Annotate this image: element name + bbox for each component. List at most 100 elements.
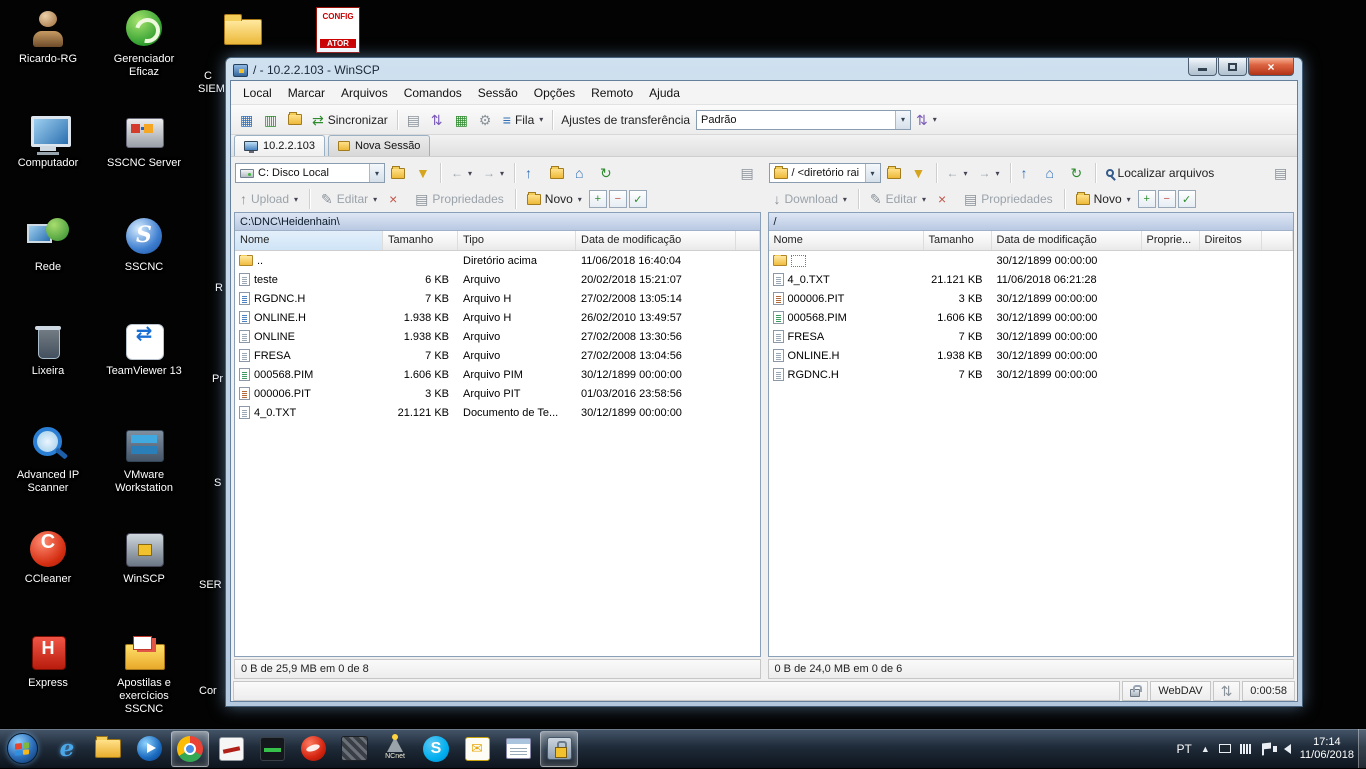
directory-tree-button[interactable]: ▤ — [1269, 161, 1293, 185]
file-row[interactable]: ONLINE 1.938 KB Arquivo 27/02/2008 13:30… — [235, 327, 760, 346]
find-files-button[interactable]: Localizar arquivos — [1101, 161, 1220, 185]
display-tray-icon[interactable] — [1219, 744, 1231, 753]
panels-button[interactable]: ▥ — [259, 108, 283, 132]
skype-button[interactable] — [417, 731, 455, 767]
minimize-button[interactable] — [1188, 58, 1217, 76]
preferences-button[interactable]: ⚙ — [474, 108, 498, 132]
media-player-button[interactable] — [130, 731, 168, 767]
layout-button[interactable]: ▦ — [235, 108, 259, 132]
filter-button[interactable]: ▼ — [907, 161, 931, 185]
column-header-tamanho[interactable]: Tamanho — [383, 231, 458, 250]
desktop-icon[interactable]: CCleaner — [8, 526, 88, 630]
new-session-tab[interactable]: Nova Sessão — [328, 135, 430, 156]
title-bar[interactable]: / - 10.2.2.103 - WinSCP — [230, 58, 1298, 80]
menu-item[interactable]: Ajuda — [641, 82, 688, 104]
select-toggle-button[interactable]: ✓ — [629, 190, 647, 208]
properties-button[interactable]: ▤Propriedades — [410, 187, 509, 211]
column-header-proprietario[interactable]: Proprie... — [1142, 231, 1200, 250]
parent-directory-button[interactable]: ↑ — [1016, 161, 1040, 185]
outlook-button[interactable]: ✉ — [458, 731, 496, 767]
forward-button[interactable]: →▾ — [478, 161, 509, 185]
desktop-icon-configator[interactable]: CONFIG ATOR — [316, 5, 360, 56]
desktop-icon[interactable]: Gerenciador Eficaz — [104, 6, 184, 110]
home-directory-button[interactable]: ⌂ — [570, 161, 594, 185]
file-row[interactable]: RGDNC.H 7 KB 30/12/1899 00:00:00 — [769, 365, 1294, 384]
desktop-icon[interactable]: Advanced IP Scanner — [8, 422, 88, 526]
properties-button[interactable]: ▤Propriedades — [959, 187, 1058, 211]
open-directory-button[interactable] — [882, 161, 906, 185]
menu-item[interactable]: Remoto — [583, 82, 641, 104]
local-drive-combo[interactable]: C: Disco Local ▾ — [235, 163, 385, 183]
directory-tree-button[interactable]: ▤ — [736, 161, 760, 185]
column-header-tamanho[interactable]: Tamanho — [924, 231, 992, 250]
desktop-icon[interactable]: SSCNC Server — [104, 110, 184, 214]
menu-item[interactable]: Arquivos — [333, 82, 396, 104]
local-path-bar[interactable]: C:\DNC\Heidenhain\ — [235, 213, 760, 231]
chrome-button[interactable] — [171, 731, 209, 767]
desktop-icon[interactable]: Express — [8, 630, 88, 734]
tools-app-button[interactable] — [335, 731, 373, 767]
queue-button[interactable]: ≡Fila▾ — [498, 108, 549, 132]
file-row[interactable]: 000006.PIT 3 KB Arquivo PIT 01/03/2016 2… — [235, 384, 760, 403]
encryption-segment[interactable] — [1122, 681, 1148, 701]
commander-view-button[interactable]: ▦ — [450, 108, 474, 132]
file-row[interactable]: 30/12/1899 00:00:00 — [769, 251, 1294, 270]
select-toggle-button[interactable]: ✓ — [1178, 190, 1196, 208]
desktop-icon[interactable]: Apostilas e exercícios SSCNC — [104, 630, 184, 734]
volume-icon[interactable] — [1284, 744, 1291, 754]
ncnet-button[interactable]: NCnet — [376, 731, 414, 767]
protocol-segment[interactable]: WebDAV — [1150, 681, 1210, 701]
file-row[interactable]: teste 6 KB Arquivo 20/02/2018 15:21:07 — [235, 270, 760, 289]
rgdnc-button[interactable] — [212, 731, 250, 767]
remote-path-bar[interactable]: / — [769, 213, 1294, 231]
desktop-icon[interactable]: Computador — [8, 110, 88, 214]
synchronize-button[interactable]: ⇄Sincronizar — [307, 108, 393, 132]
desktop-icon-partial-folder[interactable] — [220, 5, 264, 52]
menu-item[interactable]: Local — [235, 82, 280, 104]
duration-segment[interactable]: 0:00:58 — [1242, 681, 1295, 701]
column-header-nome[interactable]: Nome — [235, 231, 383, 250]
menu-item[interactable]: Comandos — [396, 82, 470, 104]
internet-explorer-button[interactable]: e — [48, 731, 86, 767]
edit-button[interactable]: ✎Editar▾ — [865, 187, 931, 211]
open-directory-button[interactable] — [386, 161, 410, 185]
chevron-down-icon[interactable]: ▾ — [369, 164, 384, 182]
winscp-taskbar-button[interactable] — [540, 731, 578, 767]
chevron-down-icon[interactable]: ▾ — [865, 164, 880, 182]
parent-directory-button[interactable]: ↑ — [520, 161, 544, 185]
activity-segment[interactable]: ⇅ — [1213, 681, 1241, 701]
menu-item[interactable]: Marcar — [280, 82, 333, 104]
compare-button[interactable]: ▤ — [402, 108, 426, 132]
back-button[interactable]: ←▾ — [942, 161, 973, 185]
chevron-down-icon[interactable]: ▾ — [895, 111, 910, 129]
refresh-button[interactable]: ↻ — [595, 161, 619, 185]
close-button[interactable]: × — [1248, 58, 1294, 76]
new-button[interactable]: Novo▾ — [1071, 187, 1136, 211]
file-row[interactable]: 4_0.TXT 21.121 KB Documento de Te... 30/… — [235, 403, 760, 422]
file-row[interactable]: FRESA 7 KB 30/12/1899 00:00:00 — [769, 327, 1294, 346]
refresh-button[interactable]: ↻ — [1066, 161, 1090, 185]
show-hidden-icons-button[interactable]: ▲ — [1201, 744, 1210, 754]
column-header-direitos[interactable]: Direitos — [1200, 231, 1262, 250]
select-add-button[interactable]: + — [589, 190, 607, 208]
download-button[interactable]: ↓Download▾ — [769, 187, 852, 211]
action-center-icon[interactable] — [1262, 742, 1271, 755]
new-button[interactable]: Novo▾ — [522, 187, 587, 211]
delete-button[interactable]: × — [384, 187, 408, 211]
language-indicator[interactable]: PT — [1176, 742, 1191, 756]
menu-item[interactable]: Opções — [526, 82, 583, 104]
back-button[interactable]: ←▾ — [446, 161, 477, 185]
file-row[interactable]: 000006.PIT 3 KB 30/12/1899 00:00:00 — [769, 289, 1294, 308]
file-row[interactable]: ONLINE.H 1.938 KB Arquivo H 26/02/2010 1… — [235, 308, 760, 327]
filter-button[interactable]: ▼ — [411, 161, 435, 185]
windows-explorer-button[interactable] — [89, 731, 127, 767]
heidenhain-button[interactable] — [253, 731, 291, 767]
select-remove-button[interactable]: − — [609, 190, 627, 208]
column-header-tipo[interactable]: Tipo — [458, 231, 576, 250]
start-button[interactable] — [0, 729, 44, 769]
menu-item[interactable]: Sessão — [470, 82, 526, 104]
root-directory-button[interactable] — [545, 161, 569, 185]
network-signal-icon[interactable] — [1240, 744, 1253, 754]
desktop-icon[interactable]: Ricardo-RG — [8, 6, 88, 110]
select-remove-button[interactable]: − — [1158, 190, 1176, 208]
